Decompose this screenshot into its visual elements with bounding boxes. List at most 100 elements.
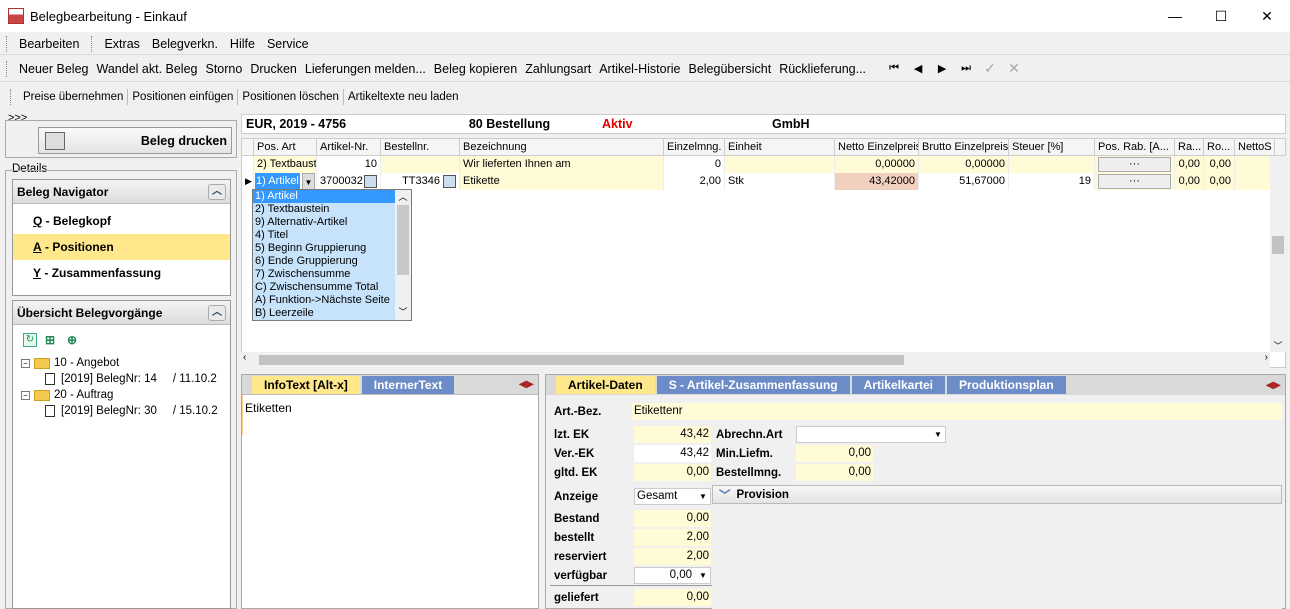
cell-steuer[interactable]: 19 [1009,173,1095,190]
chevron-down-icon[interactable]: ▼ [696,489,710,504]
col-einheit[interactable]: Einheit [725,139,835,155]
col-bestellnr[interactable]: Bestellnr. [381,139,460,155]
cell-netto-summe[interactable] [1235,156,1275,173]
tab-artikel-zusammenfassung[interactable]: S - Artikel-Zusammenfassung [656,376,850,394]
lookup-icon[interactable] [364,175,377,188]
tree-leaf-beleg-14[interactable]: [2019] BelegNr: 14 / 11.10.2 [21,371,218,387]
col-pos-rabatt[interactable]: Pos. Rab. [A... [1095,139,1175,155]
menu-extras[interactable]: Extras [98,37,145,51]
menu-service[interactable]: Service [261,37,315,51]
cell-pos-art[interactable]: 1) Artikel [255,173,300,190]
cell-ra[interactable]: 0,00 [1175,156,1204,173]
last-record-icon[interactable]: ⏭ [954,62,978,75]
zahlungsart-button[interactable]: Zahlungsart [521,62,595,76]
toolbar2-grip[interactable] [10,89,13,105]
cell-bestellnr[interactable] [381,156,460,173]
drucken-button[interactable]: Drucken [246,62,301,76]
tab-scroll-arrows-icon[interactable]: ◀▶ [1266,380,1281,391]
ellipsis-button[interactable]: ··· [1098,157,1171,172]
tab-infotext[interactable]: InfoText [Alt-x] [252,375,360,394]
uebersicht-header[interactable]: Übersicht Belegvorgänge ︿ [13,301,230,325]
col-netto-summe[interactable]: NettoS [1235,139,1275,155]
minimize-button[interactable]: — [1152,0,1198,32]
chevron-down-icon[interactable]: ▼ [696,568,710,583]
tab-artikelkartei[interactable]: Artikelkartei [851,376,945,394]
collapse-node-icon[interactable]: − [21,390,30,400]
bestellmng-field[interactable]: 0,00 [796,464,873,481]
reserviert-field[interactable]: 2,00 [634,548,711,565]
expand-tree-icon[interactable]: ⊞ [45,333,59,347]
dropdown-option[interactable]: 7) Zwischensumme [253,268,396,281]
anzeige-select[interactable]: Gesamt ▼ [634,488,711,505]
scroll-right-icon[interactable]: › [1265,352,1268,363]
cell-pos-art-editor[interactable]: 1) Artikel ▼ [254,173,317,190]
cell-netto[interactable]: 0,00000 [835,156,919,173]
cell-steuer[interactable] [1009,156,1095,173]
abrechn-art-select[interactable]: ▼ [796,426,946,443]
col-steuer[interactable]: Steuer [%] [1009,139,1095,155]
maximize-button[interactable]: ☐ [1198,0,1244,32]
ellipsis-button[interactable]: ··· [1098,174,1171,189]
cell-bezeichnung[interactable]: Wir lieferten Ihnen am [460,156,664,173]
cell-rabatt[interactable]: ··· [1095,173,1175,190]
next-record-icon[interactable]: ▶ [930,62,954,75]
cell-artikel-nr[interactable]: 10 [317,156,381,173]
cell-pos-art[interactable]: 2) Textbaust [254,156,317,173]
infotext-content[interactable]: Etiketten [242,395,538,435]
provision-expander[interactable]: ﹀ Provision [712,485,1282,504]
menu-hilfe[interactable]: Hilfe [224,37,261,51]
artikel-historie-button[interactable]: Artikel-Historie [595,62,684,76]
dropdown-option[interactable]: C) Zwischensumme Total [253,281,396,294]
lieferungen-melden-button[interactable]: Lieferungen melden... [301,62,430,76]
lookup-icon[interactable] [443,175,456,188]
scroll-thumb[interactable] [397,205,409,275]
menu-bearbeiten[interactable]: Bearbeiten [13,37,85,51]
col-brutto-einzelpreis[interactable]: Brutto Einzelpreis [919,139,1009,155]
tree-node-auftrag[interactable]: − 20 - Auftrag [21,387,218,403]
min-liefm-field[interactable]: 0,00 [796,445,873,462]
dropdown-option[interactable]: 2) Textbaustein [253,203,396,216]
cell-bezeichnung[interactable]: Etikette [460,173,664,190]
scroll-thumb[interactable] [1272,236,1284,254]
print-button[interactable]: Beleg drucken [38,127,232,154]
col-ro[interactable]: Ro... [1204,139,1235,155]
cell-ro[interactable]: 0,00 [1204,156,1235,173]
dropdown-option[interactable]: 6) Ende Gruppierung [253,255,396,268]
chevron-down-icon[interactable]: ▼ [301,173,315,190]
tab-scroll-arrows-icon[interactable]: ◀▶ [519,379,534,390]
beleguebersicht-button[interactable]: Belegübersicht [684,62,775,76]
storno-button[interactable]: Storno [201,62,246,76]
cell-netto-summe[interactable] [1235,173,1275,190]
cell-ra[interactable]: 0,00 [1175,173,1204,190]
scroll-thumb[interactable] [259,355,904,365]
dropdown-option[interactable]: B) Leerzeile [253,307,396,320]
dropdown-option[interactable]: 9) Alternativ-Artikel [253,216,396,229]
ruecklieferung-button[interactable]: Rücklieferung... [775,62,870,76]
cell-einzelmng[interactable]: 2,00 [664,173,725,190]
col-ra[interactable]: Ra... [1175,139,1204,155]
chevron-down-icon[interactable]: ﹀ [719,487,731,503]
scroll-down-icon[interactable]: ﹀ [395,305,411,318]
cell-brutto[interactable]: 0,00000 [919,156,1009,173]
scroll-left-icon[interactable]: ‹ [243,352,246,363]
tab-artikel-daten[interactable]: Artikel-Daten [556,376,655,394]
art-bez-field[interactable]: Etikettenr [632,403,1282,420]
close-button[interactable]: ✕ [1244,0,1290,32]
pos-art-dropdown[interactable]: 1) Artikel 2) Textbaustein 9) Alternativ… [252,189,412,321]
chevron-down-icon[interactable]: ▼ [931,427,945,442]
grid-horizontal-scrollbar[interactable]: ‹ › [241,352,1270,368]
prev-record-icon[interactable]: ◀ [906,62,930,75]
positionen-loeschen-button[interactable]: Positionen löschen [238,89,344,105]
dropdown-scrollbar[interactable]: ︿ ﹀ [395,190,411,320]
cell-netto[interactable]: 43,42000 [835,173,919,190]
ver-ek-field[interactable]: 43,42 [634,445,711,462]
col-einzelmng[interactable]: Einzelmng. [664,139,725,155]
nav-item-belegkopf[interactable]: Q - Belegkopf [13,208,230,234]
neuer-beleg-button[interactable]: Neuer Beleg [15,62,93,76]
positionen-einfuegen-button[interactable]: Positionen einfügen [128,89,239,105]
first-record-icon[interactable]: ⏮ [882,62,906,75]
dropdown-option[interactable]: 5) Beginn Gruppierung [253,242,396,255]
cell-artikel-nr[interactable]: 3700032 [317,173,381,190]
geliefert-field[interactable]: 0,00 [634,589,711,606]
table-row[interactable]: 2) Textbaust 10 Wir lieferten Ihnen am 0… [242,156,1285,173]
